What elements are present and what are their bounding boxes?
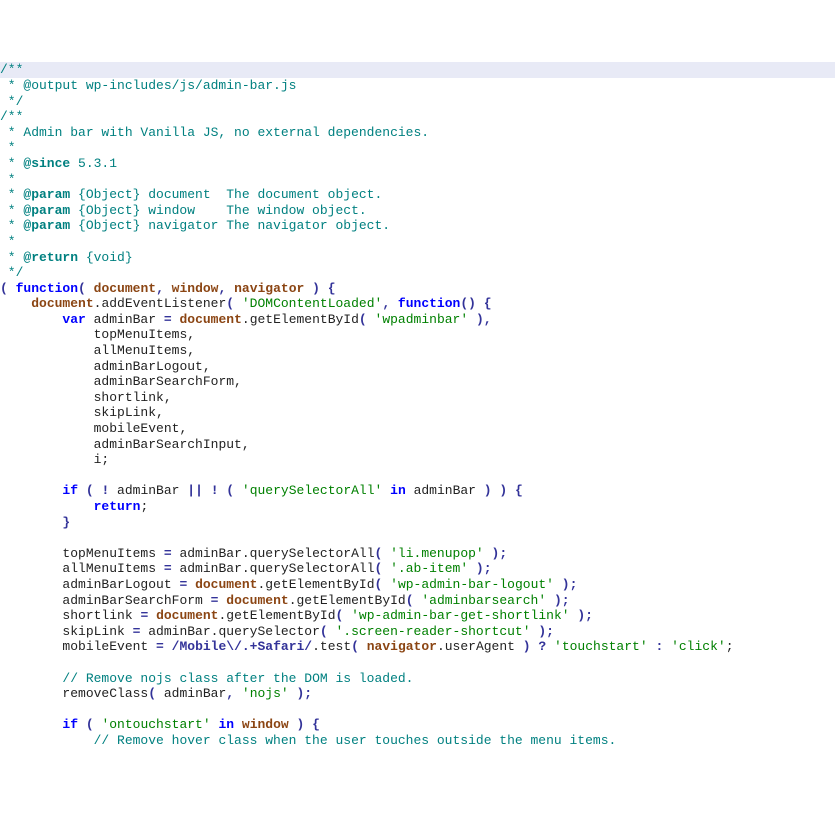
code-line: * Admin bar with Vanilla JS, no external… [0,125,429,140]
code-line: * [0,172,16,187]
code-block: /** * @output wp-includes/js/admin-bar.j… [0,62,835,748]
code-line: */ [0,94,23,109]
code-line: allMenuItems = adminBar.querySelectorAll… [0,561,492,576]
code-line: /** [0,109,23,124]
code-line: shortlink = document.getElementById( 'wp… [0,608,593,623]
code-line: /** [0,62,835,78]
code-line: topMenuItems, [0,327,195,342]
code-line: // Remove hover class when the user touc… [0,733,616,748]
code-line: mobileEvent = /Mobile\/.+Safari/.test( n… [0,639,734,654]
code-line: * @return {void} [0,250,133,265]
code-line: i; [0,452,109,467]
code-line: // Remove nojs class after the DOM is lo… [0,671,413,686]
code-line: * [0,140,16,155]
code-line: skipLink, [0,405,164,420]
code-line: * @param {Object} document The document … [0,187,382,202]
code-line: adminBarSearchForm = document.getElement… [0,593,570,608]
code-line: adminBarLogout = document.getElementById… [0,577,577,592]
code-line: * @output wp-includes/js/admin-bar.js [0,78,296,93]
code-line: } [0,515,70,530]
code-line: return; [0,499,148,514]
code-line: var adminBar = document.getElementById( … [0,312,492,327]
code-line: removeClass( adminBar, 'nojs' ); [0,686,312,701]
code-line: * @param {Object} navigator The navigato… [0,218,390,233]
code-line: skipLink = adminBar.querySelector( '.scr… [0,624,554,639]
code-line: * [0,234,16,249]
code-line: * @param {Object} window The window obje… [0,203,367,218]
code-line: shortlink, [0,390,172,405]
code-line: topMenuItems = adminBar.querySelectorAll… [0,546,507,561]
code-line: adminBarSearchForm, [0,374,242,389]
code-line: allMenuItems, [0,343,195,358]
code-line: if ( 'ontouchstart' in window ) { [0,717,320,732]
code-line: */ [0,265,23,280]
code-line: adminBarSearchInput, [0,437,250,452]
code-line: if ( ! adminBar || ! ( 'querySelectorAll… [0,483,523,498]
code-line: document.addEventListener( 'DOMContentLo… [0,296,492,311]
code-line: ( function( document, window, navigator … [0,281,336,296]
code-line: mobileEvent, [0,421,187,436]
code-line: adminBarLogout, [0,359,211,374]
code-line: * @since 5.3.1 [0,156,117,171]
